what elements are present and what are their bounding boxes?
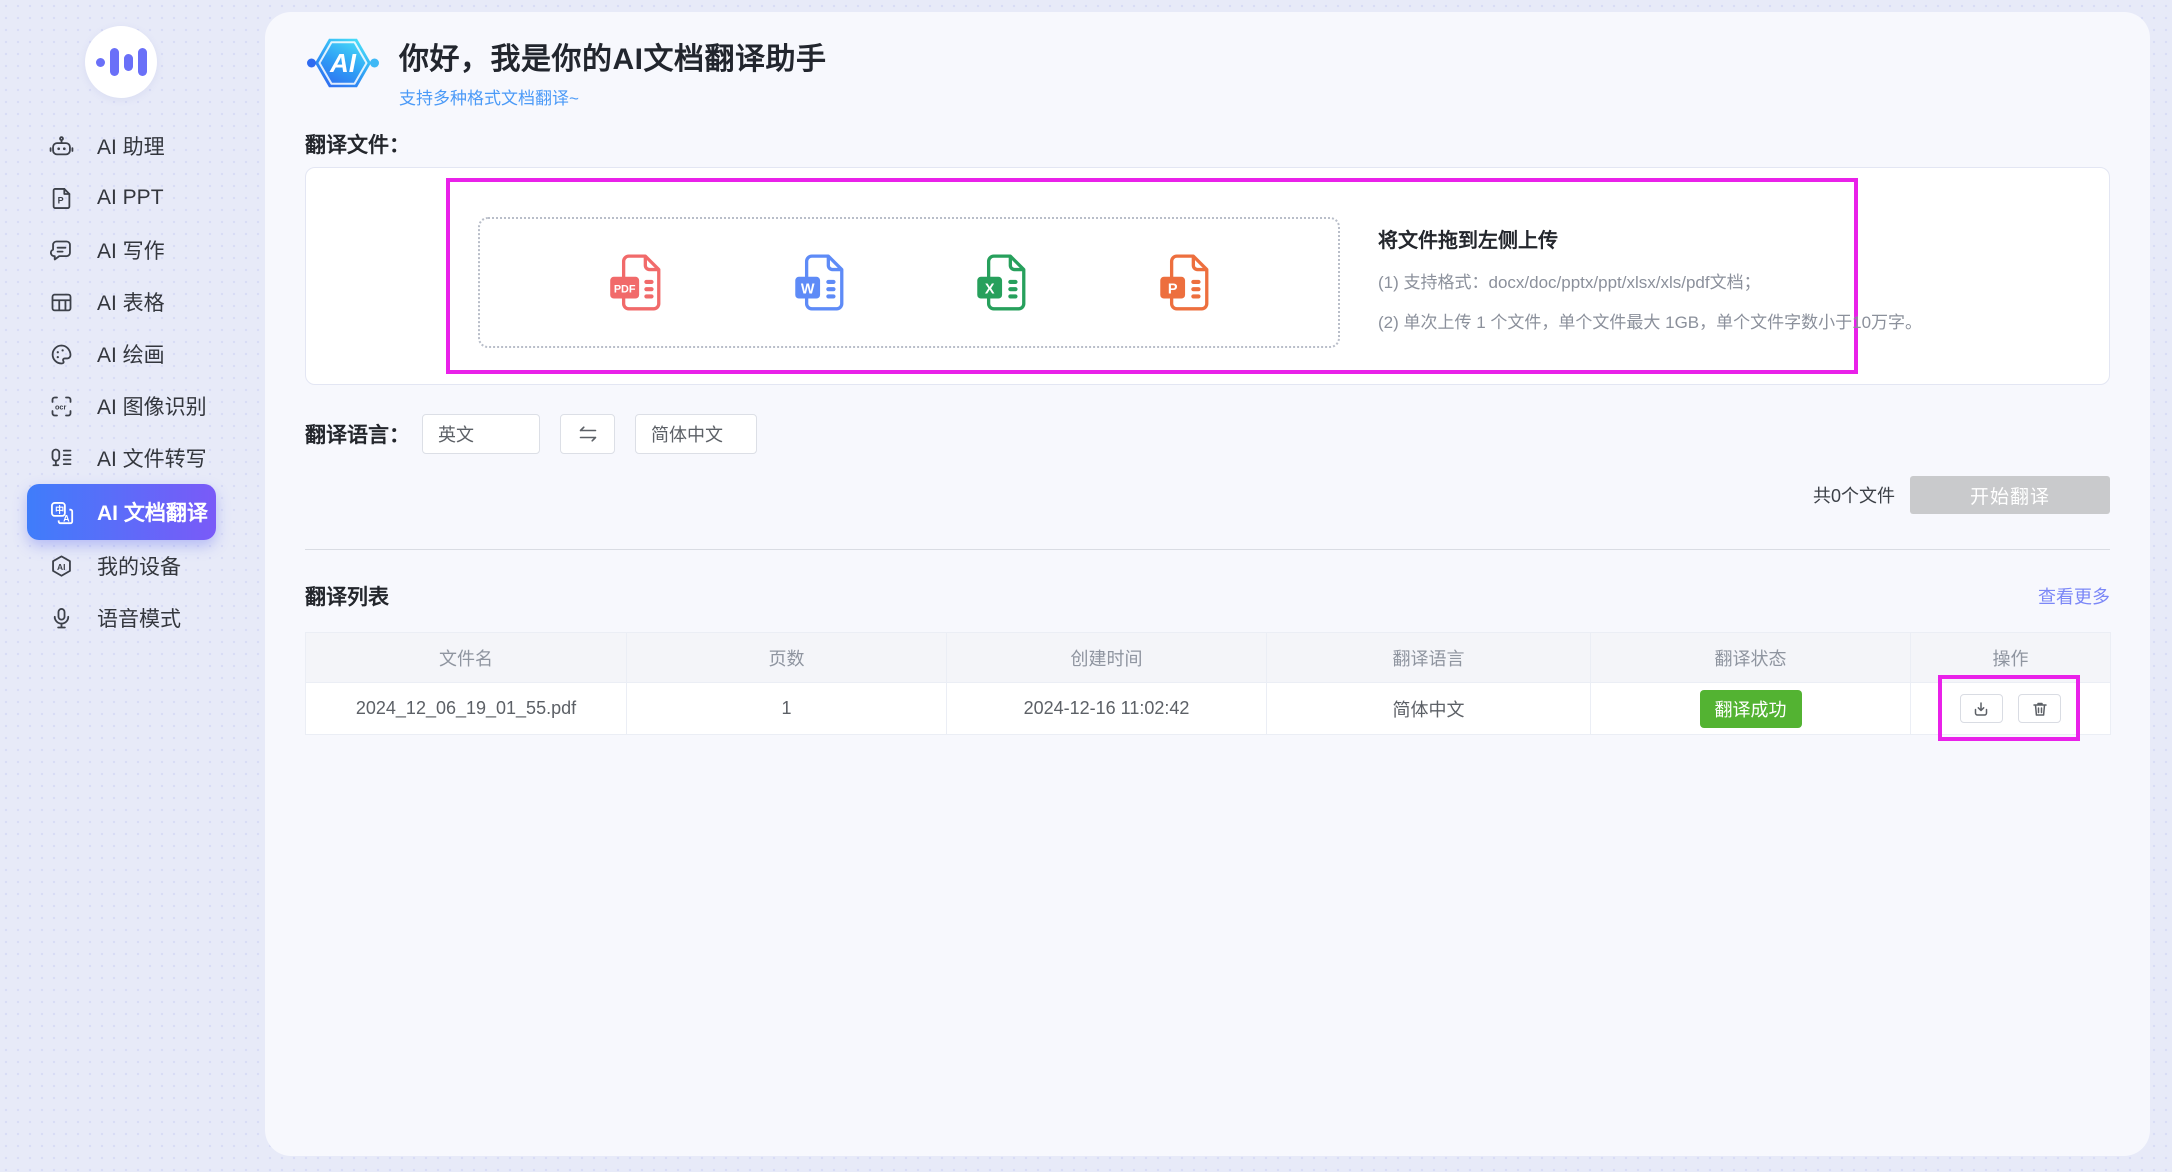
- sidebar-item-label: AI 文件转写: [97, 443, 207, 473]
- app-logo: [85, 26, 157, 98]
- sidebar-item-label: 我的设备: [97, 551, 181, 581]
- ppt-file-icon: P: [48, 185, 75, 212]
- svg-text:AI: AI: [57, 562, 65, 572]
- sidebar-item-label: AI 文档翻译: [97, 497, 208, 527]
- start-translate-button[interactable]: 开始翻译: [1910, 476, 2110, 514]
- sidebar-item-label: AI 写作: [97, 235, 165, 265]
- sidebar-item-label: AI 助理: [97, 131, 165, 161]
- title-block: 你好，我是你的AI文档翻译助手 支持多种格式文档翻译~: [399, 25, 827, 109]
- file-count-text: 共0个文件: [1813, 482, 1895, 508]
- table-header-row: 文件名 页数 创建时间 翻译语言 翻译状态 操作: [306, 633, 2111, 683]
- language-row: 翻译语言： 英文 简体中文: [305, 414, 2110, 454]
- ocr-scan-icon: ocr: [48, 393, 75, 420]
- swap-arrows-icon: [577, 425, 599, 443]
- sidebar-item-ai-writing[interactable]: AI 写作: [0, 224, 265, 276]
- main-panel: AI 你好，我是你的AI文档翻译助手 支持多种格式文档翻译~ 翻译文件： PDF: [265, 12, 2150, 1156]
- assistant-header: AI 你好，我是你的AI文档翻译助手 支持多种格式文档翻译~: [305, 25, 2110, 109]
- upload-instructions: 将文件拖到左侧上传 (1) 支持格式：docx/doc/pptx/ppt/xls…: [1378, 224, 1922, 333]
- col-status: 翻译状态: [1591, 633, 1911, 683]
- svg-text:P: P: [1168, 281, 1178, 297]
- file-dropzone[interactable]: PDF W X: [478, 217, 1340, 348]
- download-icon: [1972, 700, 1990, 718]
- sidebar-item-ai-image-recognition[interactable]: ocr AI 图像识别: [0, 380, 265, 432]
- source-language-select[interactable]: 英文: [422, 414, 540, 454]
- sidebar-item-my-devices[interactable]: AI 我的设备: [0, 540, 265, 592]
- sidebar-item-ai-painting[interactable]: AI 绘画: [0, 328, 265, 380]
- upload-card: PDF W X: [305, 167, 2110, 385]
- download-button[interactable]: [1960, 694, 2003, 723]
- sidebar-nav: AI 助理 P AI PPT AI 写作 AI 表格: [0, 120, 265, 644]
- translation-table: 文件名 页数 创建时间 翻译语言 翻译状态 操作 2024_12_06_19_0…: [305, 632, 2111, 735]
- translation-table-wrap: 文件名 页数 创建时间 翻译语言 翻译状态 操作 2024_12_06_19_0…: [305, 632, 2110, 735]
- avatar-text: AI: [329, 48, 357, 78]
- pdf-file-icon: PDF: [607, 252, 663, 314]
- cell-status: 翻译成功: [1591, 683, 1911, 735]
- svg-text:PDF: PDF: [614, 283, 636, 295]
- status-badge: 翻译成功: [1700, 690, 1802, 728]
- word-file-icon: W: [790, 252, 846, 314]
- sidebar-item-label: AI PPT: [97, 186, 164, 210]
- delete-button[interactable]: [2018, 694, 2061, 723]
- svg-text:ocr: ocr: [55, 402, 67, 411]
- svg-text:A: A: [63, 513, 70, 523]
- page-subtitle: 支持多种格式文档翻译~: [399, 84, 827, 109]
- mic-doc-icon: [48, 445, 75, 472]
- ai-hexagon-avatar: AI: [305, 25, 381, 101]
- sidebar-item-ai-assistant[interactable]: AI 助理: [0, 120, 265, 172]
- col-language: 翻译语言: [1267, 633, 1591, 683]
- translate-icon: 中 A: [48, 499, 75, 526]
- sidebar-item-voice-mode[interactable]: 语音模式: [0, 592, 265, 644]
- view-more-link[interactable]: 查看更多: [2038, 583, 2110, 609]
- svg-text:P: P: [58, 195, 64, 205]
- table-grid-icon: [48, 289, 75, 316]
- excel-file-icon: X: [972, 252, 1028, 314]
- source-language-value: 英文: [438, 421, 474, 447]
- svg-text:X: X: [985, 281, 995, 297]
- language-label: 翻译语言：: [305, 419, 410, 449]
- sidebar-item-ai-table[interactable]: AI 表格: [0, 276, 265, 328]
- col-created: 创建时间: [947, 633, 1267, 683]
- cell-pages: 1: [627, 683, 947, 735]
- microphone-icon: [48, 605, 75, 632]
- swap-languages-button[interactable]: [560, 414, 615, 454]
- upload-section-label: 翻译文件：: [305, 129, 2110, 159]
- sidebar-item-label: 语音模式: [97, 603, 181, 633]
- waveform-logo: [96, 58, 105, 67]
- robot-icon: [48, 133, 75, 160]
- sidebar-item-ai-doc-translate[interactable]: 中 A AI 文档翻译: [27, 484, 216, 540]
- svg-text:W: W: [800, 281, 814, 297]
- sidebar-item-ai-file-transcribe[interactable]: AI 文件转写: [0, 432, 265, 484]
- col-filename: 文件名: [306, 633, 627, 683]
- upload-instructions-line1: (1) 支持格式：docx/doc/pptx/ppt/xlsx/xls/pdf文…: [1378, 268, 1922, 293]
- sidebar-item-label: AI 表格: [97, 287, 165, 317]
- section-divider: [305, 549, 2110, 550]
- target-language-select[interactable]: 简体中文: [635, 414, 757, 454]
- palette-icon: [48, 341, 75, 368]
- cell-actions: [1911, 683, 2111, 735]
- target-language-value: 简体中文: [651, 421, 723, 447]
- sidebar-item-label: AI 绘画: [97, 339, 165, 369]
- cell-filename: 2024_12_06_19_01_55.pdf: [306, 683, 627, 735]
- table-row: 2024_12_06_19_01_55.pdf 1 2024-12-16 11:…: [306, 683, 2111, 735]
- trash-icon: [2031, 700, 2049, 718]
- translation-list-title: 翻译列表: [305, 581, 389, 611]
- sidebar-item-ai-ppt[interactable]: P AI PPT: [0, 172, 265, 224]
- sidebar-item-label: AI 图像识别: [97, 391, 207, 421]
- col-actions: 操作: [1911, 633, 2111, 683]
- sidebar: AI 助理 P AI PPT AI 写作 AI 表格: [0, 0, 265, 1172]
- cell-language: 简体中文: [1267, 683, 1591, 735]
- page-title: 你好，我是你的AI文档翻译助手: [399, 34, 827, 78]
- translation-list-header: 翻译列表 查看更多: [305, 581, 2110, 611]
- upload-instructions-title: 将文件拖到左侧上传: [1378, 224, 1922, 253]
- cell-created: 2024-12-16 11:02:42: [947, 683, 1267, 735]
- actions-row: 共0个文件 开始翻译: [305, 476, 2110, 514]
- device-ai-icon: AI: [48, 553, 75, 580]
- upload-instructions-line2: (2) 单次上传 1 个文件，单个文件最大 1GB，单个文件字数小于10万字。: [1378, 308, 1922, 333]
- writing-doc-icon: [48, 237, 75, 264]
- ppt-file-color-icon: P: [1155, 252, 1211, 314]
- col-pages: 页数: [627, 633, 947, 683]
